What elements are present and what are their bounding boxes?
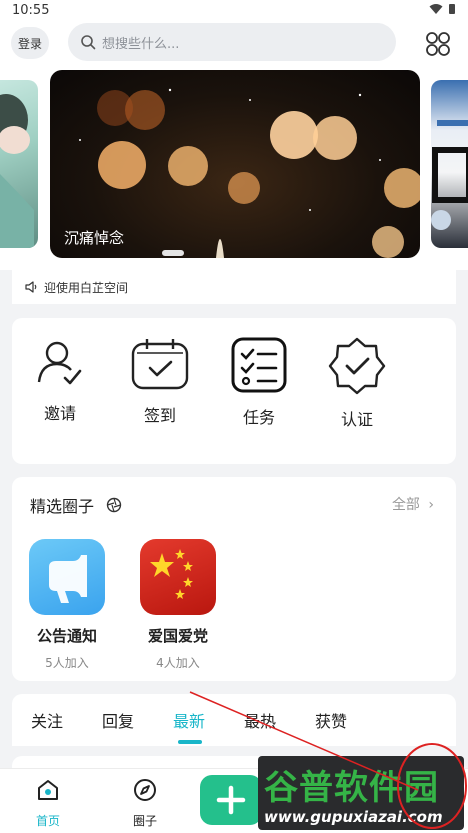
calendar-check-icon (131, 339, 189, 390)
active-tab-indicator (178, 740, 202, 744)
verified-badge-icon (328, 337, 386, 395)
speaker-icon (25, 281, 37, 293)
aperture-icon (106, 497, 122, 513)
featured-circles-title: 精选圈子 (30, 493, 122, 517)
search-icon (81, 35, 96, 50)
invite-user-icon (37, 341, 82, 385)
circle-item-announcements[interactable]: 公告通知 5人加入 (22, 539, 112, 671)
search-input[interactable]: 想搜些什么... (68, 23, 396, 61)
watermark-url: www.gupuxiazai.com (264, 808, 443, 826)
tab-follow[interactable]: 关注 (31, 708, 63, 732)
quick-action-checkin[interactable]: 签到 (125, 336, 195, 426)
nav-label: 圈子 (132, 814, 157, 828)
carousel-indicator (162, 250, 184, 256)
circle-name: 爱国爱党 (147, 627, 208, 645)
home-icon (38, 780, 58, 800)
quick-actions-card: 邀请 签到 任务 认证 (12, 318, 456, 464)
status-time: 10:55 (12, 3, 50, 18)
quick-action-task[interactable]: 任务 (224, 336, 294, 428)
circle-avatar (140, 539, 216, 615)
watermark-title: 谷普软件园 (264, 768, 439, 808)
top-bar: 登录 想搜些什么... (0, 22, 468, 64)
tab-hot[interactable]: 最热 (244, 708, 276, 732)
banner-slide-next[interactable] (431, 80, 468, 248)
banner-carousel[interactable]: 沉痛悼念 (0, 64, 468, 270)
banner-caption: 沉痛悼念 (64, 229, 125, 247)
circle-name: 公告通知 (36, 627, 97, 645)
search-placeholder: 想搜些什么... (102, 36, 180, 52)
quick-action-label: 邀请 (43, 404, 76, 423)
view-all-label: 全部 (391, 497, 420, 513)
apps-grid-icon[interactable] (424, 30, 452, 58)
battery-icon (449, 4, 455, 14)
chevron-right-icon: › (428, 497, 434, 513)
nav-home[interactable]: 首页 (18, 777, 78, 829)
task-list-icon (231, 337, 287, 393)
status-icons (429, 3, 457, 18)
tab-liked[interactable]: 获赞 (315, 708, 347, 732)
compass-icon (134, 779, 156, 801)
banner-slide-prev[interactable] (0, 80, 38, 248)
circle-avatar (29, 539, 105, 615)
quick-action-label: 签到 (143, 406, 176, 425)
quick-action-label: 任务 (242, 408, 275, 427)
quick-action-invite[interactable]: 邀请 (25, 336, 95, 424)
view-all-link[interactable]: 全部 › (392, 494, 434, 514)
create-post-button[interactable] (200, 775, 262, 825)
quick-action-label: 认证 (340, 410, 373, 429)
nav-circles[interactable]: 圈子 (115, 777, 175, 829)
featured-circles-card: 精选圈子 全部 › 公告通知 5人加入 爱国爱党 4人加入 (12, 477, 456, 681)
quick-action-verify[interactable]: 认证 (322, 336, 392, 430)
flag-icon (150, 549, 193, 599)
notice-bar[interactable]: 迎使用白芷空间 (12, 270, 456, 304)
banner-slide-current[interactable]: 沉痛悼念 (50, 70, 420, 258)
circle-item-patriotism[interactable]: 爱国爱党 4人加入 (133, 539, 223, 671)
nav-label: 首页 (35, 814, 60, 828)
wifi-icon (429, 4, 442, 14)
notice-text: 迎使用白芷空间 (44, 280, 129, 295)
tab-latest[interactable]: 最新 (173, 708, 205, 732)
circle-member-count: 4人加入 (156, 656, 200, 670)
tab-reply[interactable]: 回复 (102, 708, 134, 732)
feed-tabs: 关注 回复 最新 最热 获赞 (12, 694, 456, 746)
status-bar: 10:55 (0, 0, 468, 22)
section-title: 精选圈子 (30, 497, 95, 516)
megaphone-icon (49, 555, 87, 603)
watermark-logo: 谷普软件园 www.gupuxiazai.com (258, 756, 464, 830)
login-button[interactable]: 登录 (11, 27, 49, 59)
plus-icon (216, 785, 246, 815)
circle-member-count: 5人加入 (45, 656, 89, 670)
